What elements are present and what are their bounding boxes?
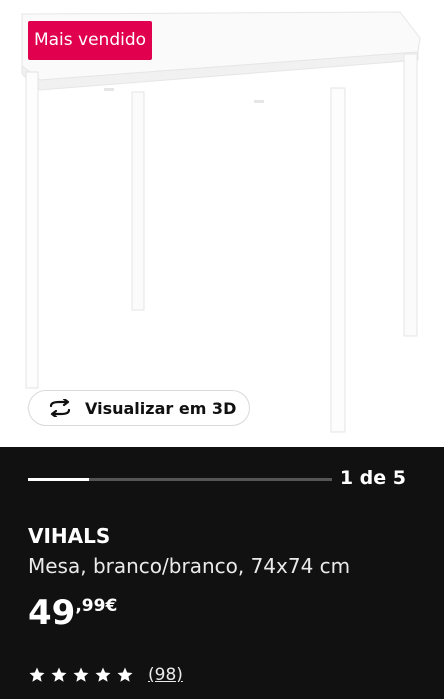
star-icon xyxy=(95,667,111,682)
gallery-progress-track[interactable] xyxy=(28,478,332,481)
rotate-3d-icon xyxy=(47,398,75,418)
view-3d-label: Visualizar em 3D xyxy=(85,398,237,418)
star-icon xyxy=(51,667,67,682)
product-description: Mesa, branco/branco, 74x74 cm xyxy=(28,554,351,578)
product-rating[interactable]: (98) xyxy=(28,665,183,685)
price-currency: € xyxy=(105,596,118,616)
product-image-area[interactable]: Mais vendido Visualizar em 3D xyxy=(0,0,444,447)
reviews-count-link[interactable]: (98) xyxy=(148,665,183,685)
rating-stars xyxy=(28,666,138,684)
price-integer: 49 xyxy=(28,593,76,633)
product-info-panel: 1 de 5 VIHALS Mesa, branco/branco, 74x74… xyxy=(0,447,444,699)
star-icon xyxy=(73,667,89,682)
star-icon xyxy=(117,667,133,682)
product-price: 49 ,99 € xyxy=(28,593,117,633)
bestseller-badge: Mais vendido xyxy=(28,21,152,60)
product-name: VIHALS xyxy=(28,524,111,548)
price-decimal: ,99 xyxy=(75,596,106,616)
star-icon xyxy=(29,667,45,682)
view-3d-button[interactable]: Visualizar em 3D xyxy=(28,390,250,426)
gallery-progress-fill xyxy=(28,478,89,481)
product-image xyxy=(21,11,421,433)
gallery-pager: 1 de 5 xyxy=(339,467,406,489)
